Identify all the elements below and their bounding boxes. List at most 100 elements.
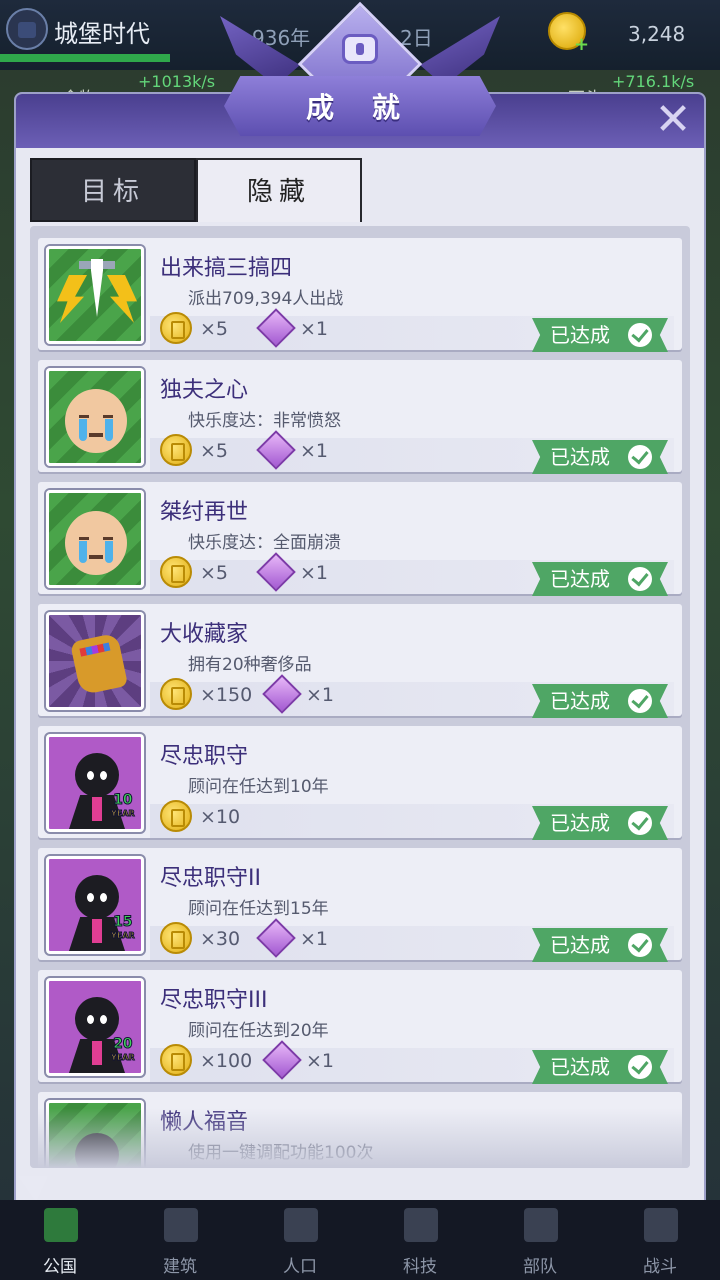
close-icon[interactable]: ✕: [650, 98, 696, 144]
coin-reward-icon: [160, 556, 192, 588]
achievement-title: 出来搞三搞四: [160, 256, 293, 281]
eye: [79, 415, 89, 418]
completed-badge: 已达成: [532, 440, 668, 474]
nav-item-swords[interactable]: 战斗: [600, 1200, 720, 1280]
castle-avatar-icon[interactable]: [6, 8, 48, 50]
nav-item-castle[interactable]: 公国: [0, 1200, 120, 1280]
coin-reward-icon: [160, 1044, 192, 1076]
castle-icon: [44, 1208, 78, 1242]
list-item: 桀纣再世 快乐度达：全面崩溃 ×5 ×1 已达成: [38, 482, 682, 596]
bolt-right: [107, 275, 137, 323]
completed-badge: 已达成: [532, 1050, 668, 1084]
nav-item-house[interactable]: 建筑: [120, 1200, 240, 1280]
reward-strip: ×5 ×1 已达成: [150, 552, 674, 596]
check-icon: [628, 567, 652, 591]
crying-face-icon: [46, 490, 144, 588]
coin-reward-count: ×5: [200, 440, 229, 462]
coin-reward-count: ×30: [200, 928, 241, 950]
nav-label: 建筑: [163, 1257, 197, 1277]
advisor-tie: [92, 797, 102, 821]
add-gold-icon[interactable]: +: [574, 34, 589, 55]
check-icon: [628, 445, 652, 469]
reward-strip: ×30 ×1 已达成: [150, 918, 674, 962]
house-icon: [164, 1208, 198, 1242]
advisor-15-year-icon: 15 YEAR: [46, 856, 144, 954]
eye: [87, 1015, 94, 1024]
check-icon: [628, 933, 652, 957]
completed-label: 已达成: [550, 811, 610, 835]
achievement-title: 尽忠职守II: [160, 866, 261, 891]
completed-badge: 已达成: [532, 562, 668, 596]
tear: [105, 419, 113, 441]
year-badge: 15 YEAR: [111, 914, 136, 943]
sword-lightning-icon: [46, 246, 144, 344]
trophy-icon: [342, 34, 378, 64]
reward-strip: ×10 已达成: [150, 800, 674, 840]
eye: [79, 537, 89, 540]
achievement-desc: 快乐度达：非常愤怒: [188, 411, 341, 431]
swords-icon: [644, 1208, 678, 1242]
completed-label: 已达成: [550, 445, 610, 469]
shield-icon: [524, 1208, 558, 1242]
coin-reward-count: ×5: [200, 562, 229, 584]
list-item: 10 YEAR 尽忠职守 顾问在任达到10年 ×10 已达成: [38, 726, 682, 840]
year-text: YEAR: [111, 1053, 136, 1063]
year-number: 15: [113, 914, 133, 930]
list-fade: [30, 1108, 690, 1168]
coin-reward-icon: [160, 800, 192, 832]
book-icon: [404, 1208, 438, 1242]
gem-reward-count: ×1: [300, 562, 329, 584]
achievement-title: 独夫之心: [160, 378, 249, 403]
achievement-title: 大收藏家: [160, 622, 249, 647]
list-item: 15 YEAR 尽忠职守II 顾问在任达到15年 ×30 ×1 已达成: [38, 848, 682, 962]
nav-item-book[interactable]: 科技: [360, 1200, 480, 1280]
year-text: YEAR: [111, 809, 136, 819]
coin-reward-count: ×5: [200, 318, 229, 340]
coin-reward-icon: [160, 312, 192, 344]
check-icon: [628, 811, 652, 835]
progress-bar: [0, 54, 170, 62]
tab-hidden[interactable]: 隐藏: [196, 158, 362, 222]
list-item: 出来搞三搞四 派出709,394人出战 ×5 ×1 已达成: [38, 238, 682, 352]
glove: [69, 632, 129, 696]
eye: [100, 1015, 107, 1024]
advisor-tie: [92, 919, 102, 943]
achievement-desc: 顾问在任达到15年: [188, 899, 329, 919]
achievement-list[interactable]: 出来搞三搞四 派出709,394人出战 ×5 ×1 已达成独夫之心快乐度达：非常愤怒 ×5…: [30, 226, 690, 1168]
gem-reward-icon: [262, 1040, 302, 1080]
nav-label: 公国: [43, 1257, 77, 1277]
bolt-left: [57, 275, 87, 323]
achievement-desc: 顾问在任达到20年: [188, 1021, 329, 1041]
nav-item-shield[interactable]: 部队: [480, 1200, 600, 1280]
achievement-title: 尽忠职守: [160, 744, 249, 769]
achievement-desc: 拥有20种奢侈品: [188, 655, 312, 675]
rate-right: +716.1k/s: [612, 72, 695, 91]
achievement-title: 桀纣再世: [160, 500, 249, 525]
advisor-head: [75, 997, 119, 1041]
completed-label: 已达成: [550, 567, 610, 591]
tab-bar: 目标 隐藏: [30, 158, 364, 222]
completed-badge: 已达成: [532, 318, 668, 352]
coin-reward-icon: [160, 922, 192, 954]
tab-goals[interactable]: 目标: [30, 158, 196, 222]
achievement-title: 尽忠职守III: [160, 988, 268, 1013]
nav-item-person[interactable]: 人口: [240, 1200, 360, 1280]
achievement-desc: 顾问在任达到10年: [188, 777, 329, 797]
completed-badge: 已达成: [532, 684, 668, 718]
sword-blade: [91, 259, 103, 317]
nav-label: 战斗: [643, 1257, 677, 1277]
gem-reward-icon: [256, 430, 296, 470]
coin-reward-icon: [160, 678, 192, 710]
mouth: [89, 555, 103, 559]
gem-reward-icon: [256, 308, 296, 348]
right-wing-icon: [420, 16, 500, 86]
completed-badge: 已达成: [532, 928, 668, 962]
advisor-head: [75, 875, 119, 919]
completed-label: 已达成: [550, 689, 610, 713]
check-icon: [628, 323, 652, 347]
tear: [105, 541, 113, 563]
rate-left: +1013k/s: [138, 72, 216, 91]
game-name: 城堡时代: [54, 20, 150, 48]
eye: [100, 893, 107, 902]
gem-reward-icon: [256, 918, 296, 958]
